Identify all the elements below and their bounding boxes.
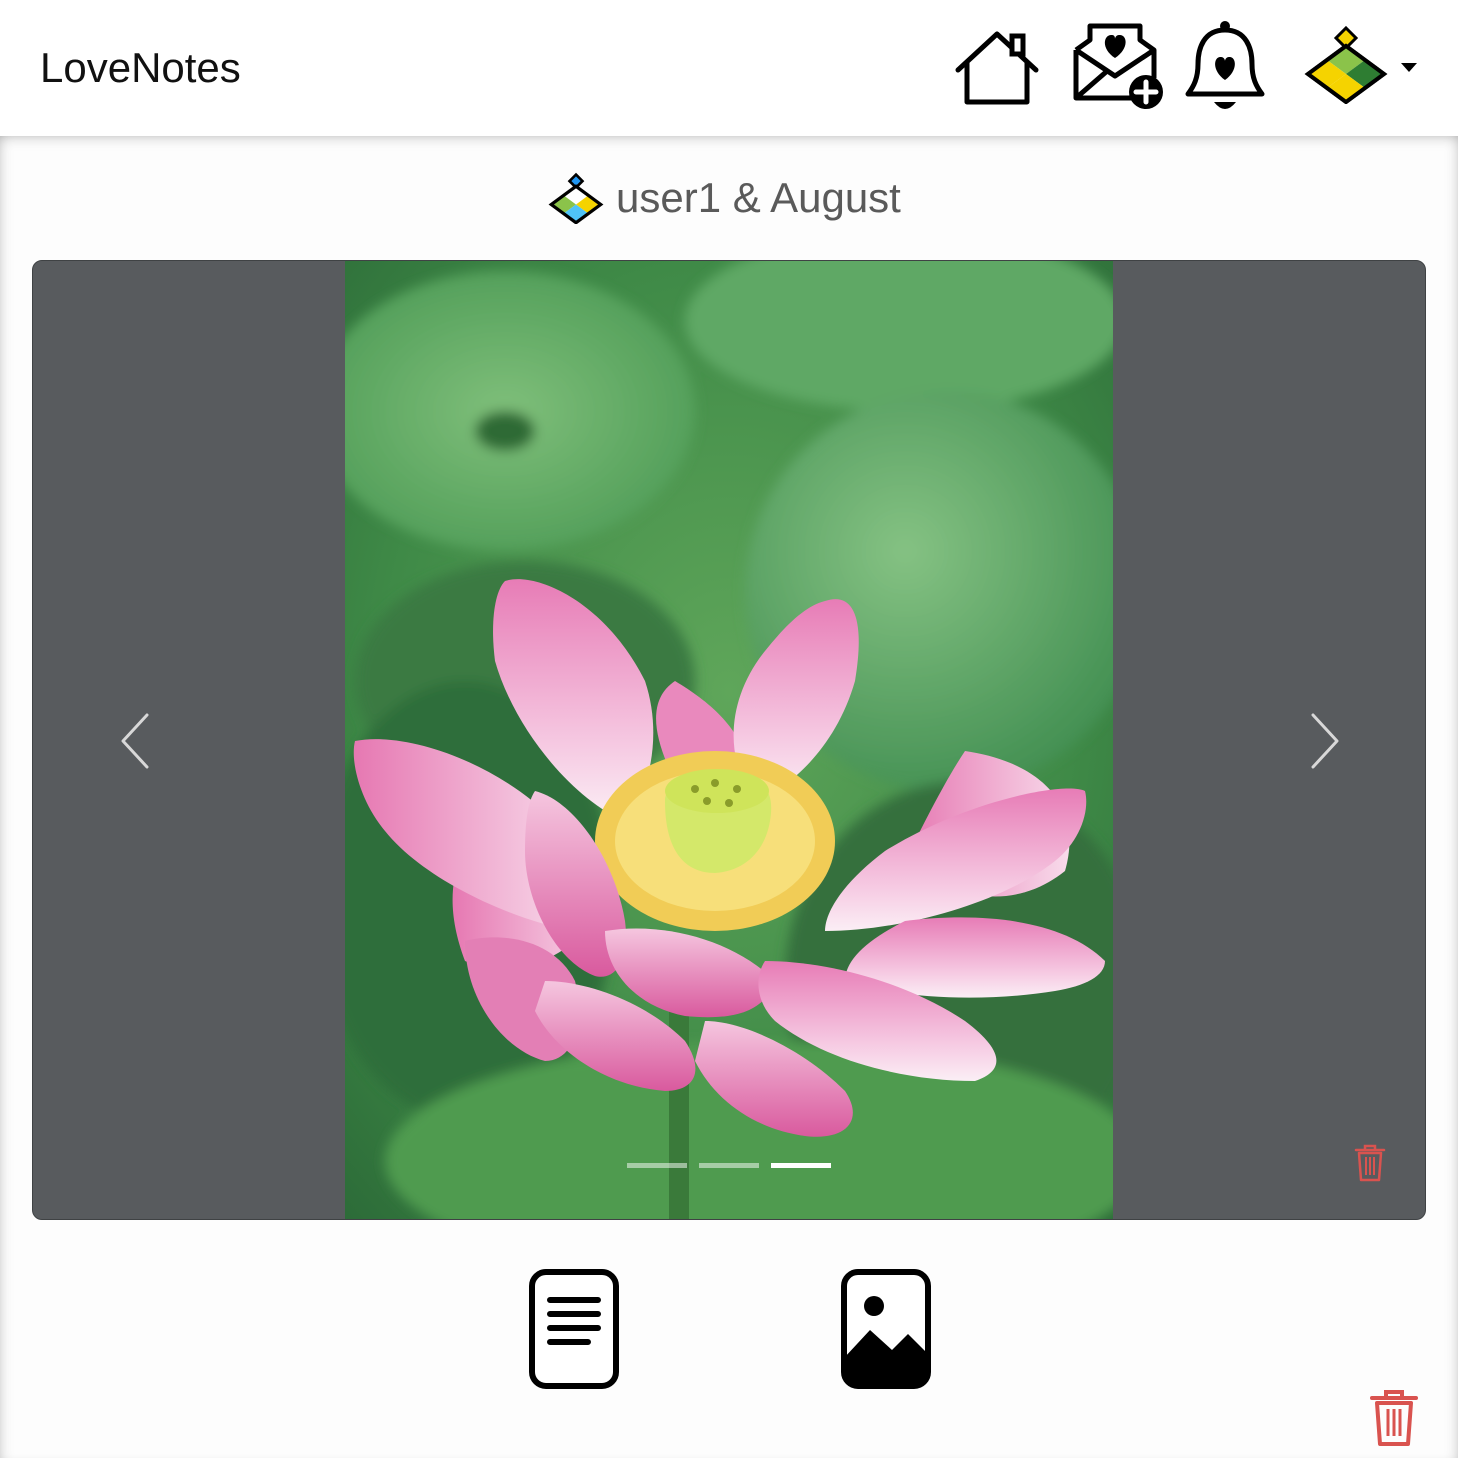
couple-title: user1 & August [548, 170, 901, 226]
navbar: LoveNotes [0, 0, 1458, 136]
notifications-icon[interactable] [1184, 20, 1266, 114]
carousel-indicator-3[interactable] [771, 1163, 831, 1168]
new-note-icon[interactable] [1070, 20, 1166, 110]
image-note-icon[interactable] [840, 1268, 932, 1390]
brand-logo-text[interactable]: LoveNotes [40, 44, 241, 92]
carousel-indicator-1[interactable] [627, 1163, 687, 1168]
carousel-indicators [627, 1163, 831, 1168]
photo-carousel[interactable] [32, 260, 1426, 1220]
couple-name: user1 & August [616, 174, 901, 221]
delete-photo-icon[interactable] [1353, 1143, 1387, 1183]
caret-down-icon[interactable] [1400, 62, 1418, 74]
carousel-next-icon[interactable] [1303, 711, 1343, 771]
carousel-indicator-2[interactable] [699, 1163, 759, 1168]
user-avatar-icon[interactable] [1304, 24, 1388, 104]
delete-couple-icon[interactable] [1368, 1388, 1420, 1448]
text-note-icon[interactable] [528, 1268, 620, 1390]
couple-avatar-icon [548, 172, 604, 224]
carousel-photo [345, 261, 1113, 1219]
home-icon[interactable] [952, 28, 1042, 108]
lotus-photo-image [345, 261, 1113, 1219]
carousel-prev-icon[interactable] [117, 711, 157, 771]
